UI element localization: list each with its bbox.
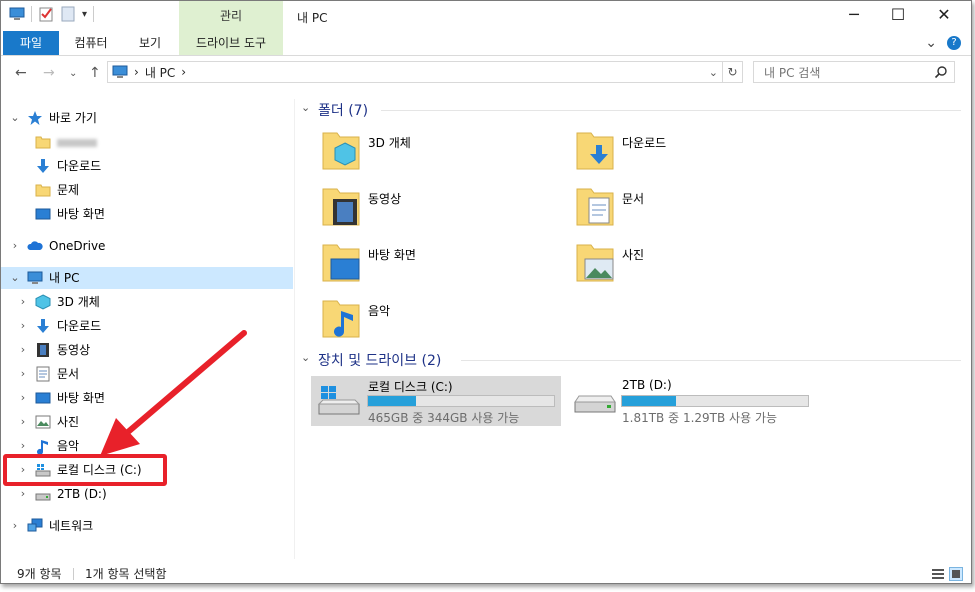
annotation-overlay <box>100 330 247 456</box>
annotation-highlight-box <box>3 454 167 486</box>
annotation-arrow-shaft <box>125 330 247 435</box>
